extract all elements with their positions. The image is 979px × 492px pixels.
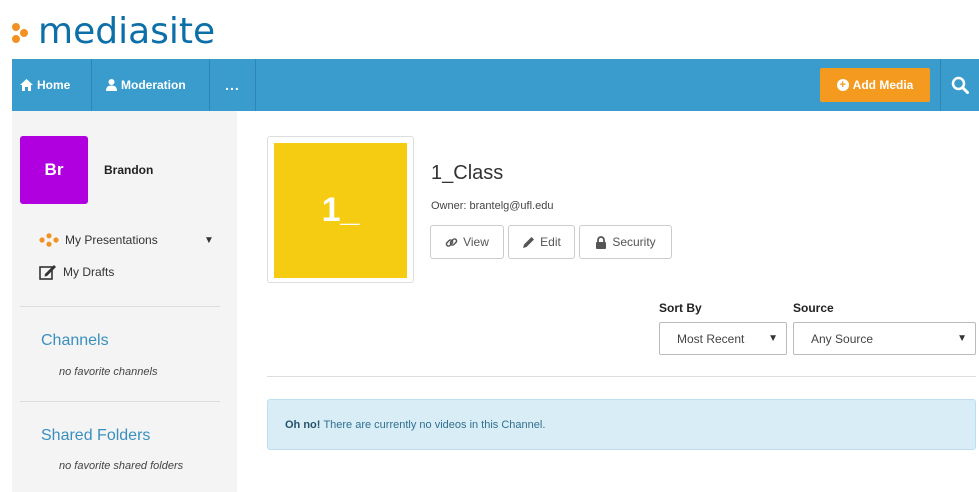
sidebar-item-my-drafts[interactable]: My Drafts	[39, 264, 114, 280]
alert-message: There are currently no videos in this Ch…	[323, 418, 546, 431]
sort-by-value: Most Recent	[677, 331, 745, 346]
view-button[interactable]: View	[430, 225, 504, 259]
mediasite-logo[interactable]: mediasite	[10, 12, 215, 52]
caret-down-icon: ▼	[768, 333, 778, 344]
security-button[interactable]: Security	[579, 225, 672, 259]
nav-more-button[interactable]: ...	[210, 59, 256, 111]
presentations-icon	[39, 233, 59, 247]
user-icon	[106, 79, 117, 91]
security-button-label: Security	[612, 235, 656, 249]
source-label: Source	[793, 301, 834, 315]
avatar[interactable]: Br	[20, 136, 88, 204]
logo-dots-icon	[10, 17, 36, 47]
plus-circle-icon: +	[836, 79, 849, 91]
add-media-label: Add Media	[852, 78, 914, 92]
page-title: 1_Class	[431, 162, 504, 184]
user-name[interactable]: Brandon	[104, 163, 153, 177]
sort-by-select[interactable]: Most Recent ▼	[659, 322, 787, 355]
source-value: Any Source	[811, 331, 874, 346]
nav-moderation[interactable]: Moderation	[92, 59, 210, 111]
sidebar-divider	[20, 401, 220, 402]
chevron-down-icon[interactable]: ▼	[204, 235, 214, 246]
logo-text: mediasite	[38, 11, 216, 52]
add-media-button[interactable]: + Add Media	[820, 68, 930, 102]
sort-by-label: Sort By	[659, 301, 702, 315]
top-navbar: Home Moderation ... + Add Media	[12, 59, 979, 111]
channel-owner: Owner: brantelg@ufl.edu	[431, 200, 554, 212]
nav-home[interactable]: Home	[12, 59, 92, 111]
pencil-icon	[523, 236, 535, 248]
shared-folders-empty-text: no favorite shared folders	[59, 460, 184, 472]
search-icon	[951, 76, 969, 94]
channel-thumbnail: 1_	[274, 143, 407, 278]
sidebar-divider	[20, 306, 220, 307]
caret-down-icon: ▼	[957, 333, 967, 344]
sidebar-item-label: My Presentations	[65, 233, 158, 247]
channels-empty-text: no favorite channels	[59, 366, 158, 378]
empty-channel-alert: Oh no! There are currently no videos in …	[267, 399, 976, 450]
sidebar: Br Brandon My Presentations ▼ My Drafts …	[12, 111, 237, 492]
channel-thumbnail-frame: 1_	[267, 136, 414, 283]
nav-home-label: Home	[37, 78, 71, 92]
source-select[interactable]: Any Source ▼	[793, 322, 976, 355]
edit-draft-icon	[39, 265, 56, 280]
search-button[interactable]	[940, 59, 979, 111]
link-icon	[445, 237, 458, 247]
alert-strong: Oh no!	[285, 418, 321, 431]
edit-button-label: Edit	[540, 235, 561, 249]
lock-icon	[596, 235, 607, 249]
channels-heading[interactable]: Channels	[41, 332, 109, 350]
sidebar-item-my-presentations[interactable]: My Presentations	[39, 233, 158, 247]
home-icon	[20, 79, 33, 91]
edit-button[interactable]: Edit	[508, 225, 575, 259]
view-button-label: View	[463, 235, 489, 249]
content-divider	[267, 376, 976, 377]
nav-moderation-label: Moderation	[121, 78, 186, 92]
sidebar-item-label: My Drafts	[63, 265, 115, 279]
shared-folders-heading[interactable]: Shared Folders	[41, 427, 150, 445]
